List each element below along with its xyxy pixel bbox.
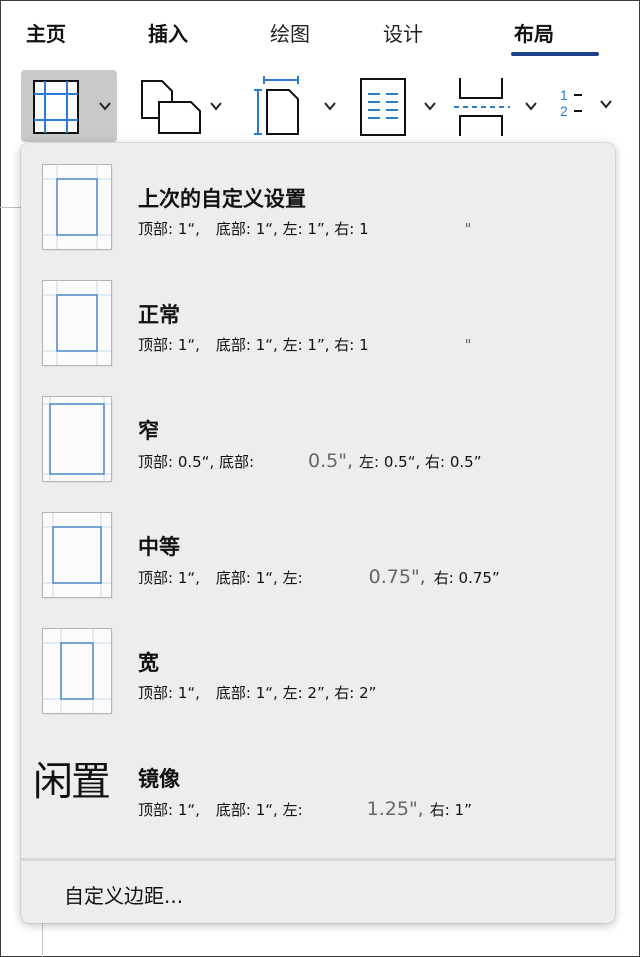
margin-option-last-custom[interactable]: 上次的自定义设置 顶部: 1“, 底部: 1“, 左: 1”, 右: 1 " — [21, 143, 615, 255]
option-title: 镜像 — [138, 767, 180, 791]
chevron-down-icon[interactable] — [210, 102, 222, 112]
tab-design[interactable]: 设计 — [383, 18, 423, 47]
option-title: 宽 — [138, 651, 159, 675]
active-tab-indicator — [511, 52, 599, 56]
chevron-down-icon[interactable] — [424, 102, 436, 112]
breaks-button[interactable] — [450, 70, 542, 142]
custom-margins-button[interactable]: 自定义边距... — [64, 880, 183, 909]
orientation-icon — [139, 78, 203, 140]
margin-preview-icon — [43, 629, 111, 713]
chevron-down-icon[interactable] — [525, 102, 537, 112]
margin-preview-icon — [43, 397, 111, 481]
chevron-down-icon[interactable] — [99, 102, 111, 112]
option-detail: 顶部: 1“, 底部: 1“, 左: 2”, 右: 2” — [138, 684, 377, 702]
margins-dropdown-menu: 上次的自定义设置 顶部: 1“, 底部: 1“, 左: 1”, 右: 1 " 正常 … — [21, 143, 615, 923]
tab-insert[interactable]: 插入 — [148, 18, 188, 47]
margin-option-wide[interactable]: 宽 顶部: 1“, 底部: 1“, 左: 2”, 右: 2” — [21, 607, 615, 719]
option-detail: 顶部: 1“, 底部: 1“, 左: 1”, 右: 1 " — [138, 336, 472, 354]
breaks-icon — [452, 76, 512, 142]
size-icon — [252, 76, 304, 140]
document-edge — [0, 207, 22, 208]
orientation-button[interactable] — [135, 70, 227, 142]
columns-icon — [360, 78, 406, 140]
option-title: 上次的自定义设置 — [138, 187, 306, 211]
chevron-down-icon[interactable] — [324, 102, 336, 112]
margin-option-normal[interactable]: 正常 顶部: 1“, 底部: 1“, 左: 1”, 右: 1 " — [21, 259, 615, 371]
columns-button[interactable] — [356, 70, 442, 142]
option-detail: 顶部: 1“, 底部: 1“, 左: 1.25", 右: 1” — [138, 798, 472, 820]
option-title: 窄 — [138, 419, 159, 443]
tab-draw[interactable]: 绘图 — [270, 18, 310, 47]
margin-preview-icon — [43, 165, 111, 249]
option-detail: 顶部: 0.5“, 底部: 0.5", 左: 0.5“, 右: 0.5” — [138, 450, 482, 472]
margin-option-narrow[interactable]: 窄 顶部: 0.5“, 底部: 0.5", 左: 0.5“, 右: 0.5” — [21, 375, 615, 487]
size-button[interactable] — [250, 70, 342, 142]
margin-option-mirrored[interactable]: 闲置 镜像 顶部: 1“, 底部: 1“, 左: 1.25", 右: 1” — [21, 723, 615, 835]
tab-home[interactable]: 主页 — [26, 18, 66, 47]
option-title: 正常 — [138, 303, 180, 327]
option-title: 中等 — [138, 535, 180, 559]
svg-text:1: 1 — [560, 87, 568, 103]
menu-divider — [21, 858, 615, 861]
option-detail: 顶部: 1“, 底部: 1“, 左: 0.75", 右: 0.75” — [138, 566, 500, 588]
tab-layout[interactable]: 布局 — [514, 18, 554, 47]
margin-preview-icon — [43, 281, 111, 365]
margins-icon — [33, 80, 79, 138]
margin-option-moderate[interactable]: 中等 顶部: 1“, 底部: 1“, 左: 0.75", 右: 0.75” — [21, 491, 615, 603]
svg-text:2: 2 — [560, 103, 568, 119]
margins-button[interactable] — [21, 70, 117, 142]
margin-preview-image: 闲置 — [33, 759, 111, 805]
chevron-down-icon[interactable] — [600, 100, 612, 110]
option-detail: 顶部: 1“, 底部: 1“, 左: 1”, 右: 1 " — [138, 220, 472, 238]
line-numbers-icon: 1 2 — [558, 86, 588, 126]
margin-preview-icon — [43, 513, 111, 597]
line-numbers-button[interactable]: 1 2 — [556, 70, 620, 142]
